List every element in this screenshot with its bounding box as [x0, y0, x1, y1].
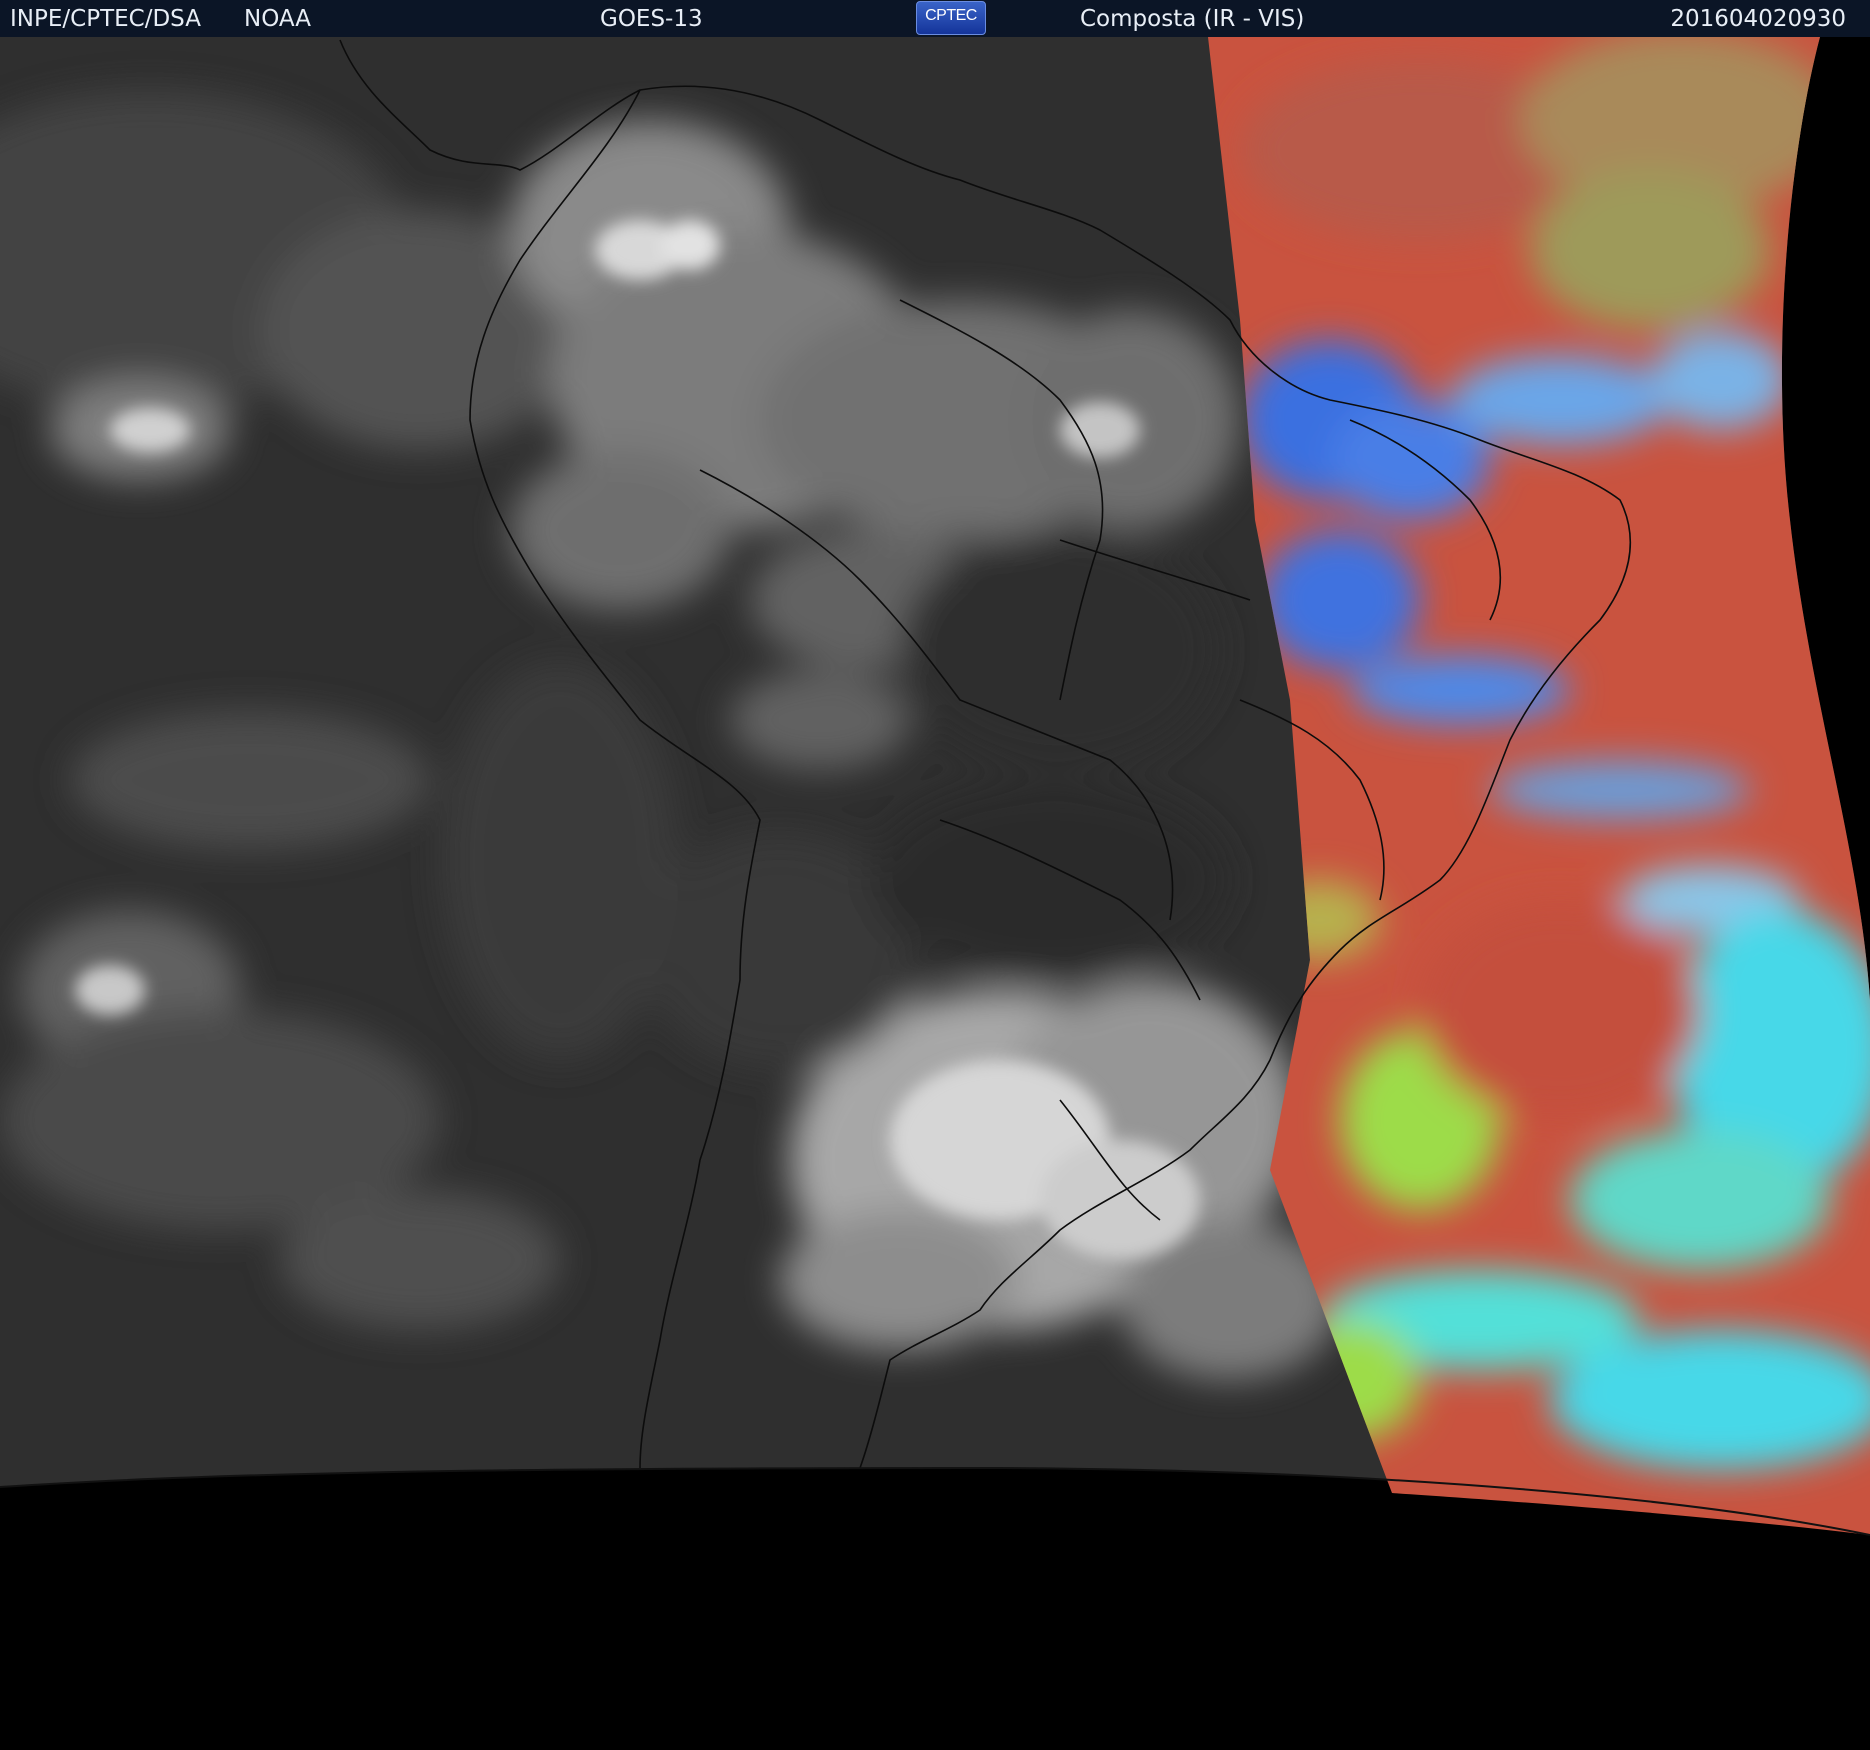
partner-label: NOAA: [244, 6, 312, 32]
agency-label: INPE/CPTEC/DSA: [10, 6, 201, 32]
satellite-label: GOES-13: [600, 6, 703, 32]
cptec-logo: CPTEC: [916, 1, 986, 35]
product-label: Composta (IR - VIS): [1080, 6, 1305, 32]
logo-text: CPTEC: [925, 7, 977, 24]
satellite-imagery: [0, 37, 1870, 1750]
timestamp-label: 201604020930: [1670, 6, 1846, 32]
header-bar: INPE/CPTEC/DSA NOAA GOES-13 CPTEC Compos…: [0, 0, 1870, 37]
satellite-image-frame: INPE/CPTEC/DSA NOAA GOES-13 CPTEC Compos…: [0, 0, 1870, 1750]
